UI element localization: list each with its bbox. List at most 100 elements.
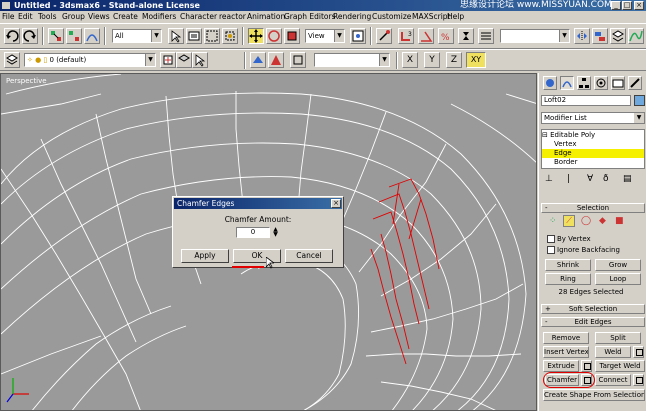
parameter-editor-icon[interactable]	[290, 52, 306, 68]
selection-filter-dropdown[interactable]: All ▼	[112, 29, 162, 43]
select-by-name-icon[interactable]	[186, 28, 202, 44]
layer-blank-dropdown[interactable]: ▼	[314, 53, 390, 67]
select-and-rotate-icon[interactable]	[266, 28, 282, 44]
grow-button[interactable]: Grow	[595, 259, 641, 271]
edge-level-icon[interactable]: ⟋	[563, 215, 575, 227]
shrink-button[interactable]: Shrink	[545, 259, 591, 271]
menu-rendering[interactable]: Rendering	[333, 12, 371, 21]
by-vertex-checkbox[interactable]: By Vertex	[547, 235, 591, 243]
angle-snap-icon[interactable]	[418, 28, 434, 44]
connect-settings-icon[interactable]	[633, 374, 644, 386]
extrude-button[interactable]: Extrude	[543, 360, 579, 372]
chamfer-amount-input[interactable]: 0	[236, 227, 270, 238]
select-and-move-icon[interactable]	[248, 28, 264, 44]
menu-file[interactable]: File	[2, 12, 15, 21]
stack-item-border[interactable]: Border	[542, 158, 644, 167]
loop-button[interactable]: Loop	[595, 273, 641, 285]
remove-button[interactable]: Remove	[543, 332, 589, 344]
select-and-link-icon[interactable]	[48, 28, 64, 44]
modify-tab-icon[interactable]	[560, 76, 574, 90]
select-objects-in-layer-icon[interactable]	[192, 52, 208, 68]
pin-stack-icon[interactable]: ⊥	[545, 174, 553, 184]
spinner-snap-icon[interactable]	[458, 28, 474, 44]
remove-modifier-icon[interactable]: ð	[603, 174, 609, 184]
menu-tools[interactable]: Tools	[38, 12, 56, 21]
object-color-swatch[interactable]	[634, 95, 645, 106]
menu-views[interactable]: Views	[88, 12, 110, 21]
menu-edit[interactable]: Edit	[18, 12, 33, 21]
restrict-y-button[interactable]: Y	[424, 52, 440, 68]
percent-snap-icon[interactable]: %	[438, 28, 454, 44]
polygon-level-icon[interactable]: ◆	[599, 216, 606, 226]
align-icon[interactable]	[592, 28, 608, 44]
extrude-settings-icon[interactable]	[581, 360, 592, 372]
mirror-icon[interactable]	[574, 28, 590, 44]
named-selection-dropdown[interactable]: ▼	[500, 29, 570, 43]
restrict-z-icon[interactable]: Z	[446, 52, 462, 68]
select-and-scale-icon[interactable]	[284, 28, 300, 44]
rectangular-selection-icon[interactable]	[204, 28, 220, 44]
viewport-label[interactable]: Perspective	[6, 77, 47, 85]
insert-vertex-button[interactable]: Insert Vertex	[543, 346, 589, 358]
stack-item-vertex[interactable]: Vertex	[542, 140, 644, 149]
vertex-level-icon[interactable]: ⁘	[549, 216, 557, 226]
motion-tab-icon[interactable]	[594, 76, 608, 90]
minimize-button[interactable]: _	[611, 1, 621, 10]
create-tab-icon[interactable]	[543, 76, 557, 90]
create-new-layer-icon[interactable]	[160, 52, 176, 68]
pivot-point-icon[interactable]	[350, 28, 366, 44]
selection-rollout-header[interactable]: - Selection	[541, 203, 645, 213]
undo-icon[interactable]	[4, 28, 20, 44]
ring-button[interactable]: Ring	[545, 273, 591, 285]
split-button[interactable]: Split	[595, 332, 641, 344]
show-end-result-icon[interactable]: |	[567, 174, 570, 184]
weld-settings-icon[interactable]	[633, 346, 644, 358]
select-and-link-layer-icon[interactable]	[250, 52, 266, 68]
window-crossing-icon[interactable]	[222, 28, 238, 44]
element-level-icon[interactable]: ■	[615, 216, 624, 226]
stack-item-edge[interactable]: Edge	[542, 149, 644, 158]
apply-button[interactable]: Apply	[181, 249, 229, 263]
snaps-toggle-icon[interactable]: 3	[398, 28, 414, 44]
restrict-xy-button[interactable]: XY	[466, 52, 486, 68]
menu-animation[interactable]: Animation	[247, 12, 285, 21]
menu-maxscript[interactable]: MAXScript	[412, 12, 451, 21]
connect-button[interactable]: Connect	[595, 374, 631, 386]
menu-graph-editors[interactable]: Graph Editors	[284, 12, 336, 21]
unlink-selection-icon[interactable]	[66, 28, 82, 44]
menu-create[interactable]: Create	[113, 12, 138, 21]
assign-to-layer-icon[interactable]	[268, 52, 284, 68]
target-weld-button[interactable]: Target Weld	[595, 360, 645, 372]
add-selection-to-layer-icon[interactable]	[176, 52, 192, 68]
stack-item-editable-poly[interactable]: ⊟ Editable Poly	[542, 131, 644, 140]
chamfer-amount-spinner-icon[interactable]: ▲ ▼	[272, 227, 279, 238]
weld-button[interactable]: Weld	[595, 346, 631, 358]
layer-manager-icon[interactable]	[610, 28, 626, 44]
dialog-close-button[interactable]: ×	[331, 199, 341, 208]
modifier-list-dropdown[interactable]: Modifier List ▼	[541, 112, 645, 124]
reference-coordinate-dropdown[interactable]: View ▼	[305, 29, 345, 43]
bind-space-warp-icon[interactable]	[84, 28, 100, 44]
close-window-button[interactable]: ×	[634, 1, 644, 10]
menu-character[interactable]: Character	[180, 12, 217, 21]
object-name-field[interactable]: Loft02	[541, 95, 631, 106]
select-object-icon[interactable]	[168, 28, 184, 44]
menu-reactor[interactable]: reactor	[219, 12, 246, 21]
select-and-manipulate-icon[interactable]	[376, 28, 392, 44]
make-unique-icon[interactable]: ∀	[587, 174, 593, 184]
restrict-x-button[interactable]: X	[402, 52, 418, 68]
configure-sets-icon[interactable]: ▤	[623, 174, 632, 184]
curve-editor-icon[interactable]	[628, 28, 644, 44]
edit-edges-rollout-header[interactable]: - Edit Edges	[541, 317, 645, 327]
current-layer-dropdown[interactable]: ✧ ● ▯ 0 (default) ▼	[24, 53, 156, 67]
display-tab-icon[interactable]	[611, 76, 625, 90]
soft-selection-rollout-header[interactable]: + Soft Selection	[541, 304, 645, 314]
ignore-backfacing-checkbox[interactable]: Ignore Backfacing	[547, 246, 620, 254]
menu-group[interactable]: Group	[62, 12, 85, 21]
utilities-tab-icon[interactable]	[628, 76, 642, 90]
redo-icon[interactable]	[22, 28, 38, 44]
menu-help[interactable]: Help	[447, 12, 464, 21]
layer-properties-icon[interactable]	[4, 52, 20, 68]
maximize-button[interactable]: □	[622, 1, 632, 10]
named-selection-sets-icon[interactable]	[478, 28, 494, 44]
